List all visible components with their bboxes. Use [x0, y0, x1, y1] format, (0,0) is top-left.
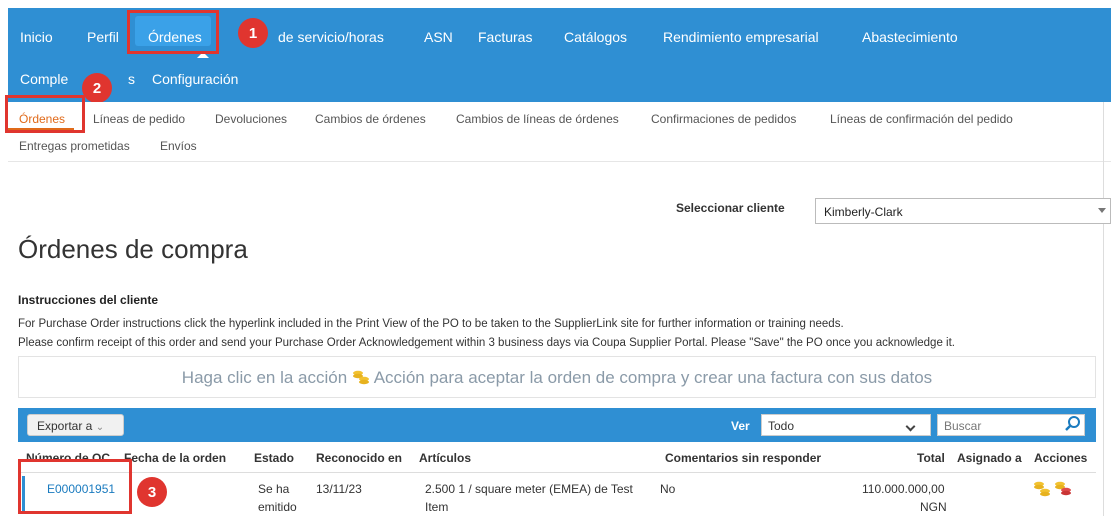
col-header-assigned[interactable]: Asignado a [957, 451, 1022, 465]
comments-value: No [660, 482, 676, 496]
chevron-down-icon [1098, 208, 1106, 213]
accept-coins-icon[interactable] [1033, 480, 1051, 503]
nav-item-rendimiento[interactable]: Rendimiento empresarial [663, 28, 819, 46]
nav-item-facturas[interactable]: Facturas [478, 28, 532, 46]
chevron-down-icon: ⌄ [95, 422, 105, 433]
items-line-2: Item [425, 500, 449, 514]
content-edge [1103, 102, 1104, 516]
sub-navigation [8, 102, 1111, 162]
items-line-1: 2.500 1 / square meter (EMEA) de Test [425, 482, 633, 496]
callout-1: 1 [238, 18, 268, 48]
coins-icon [352, 369, 370, 390]
subnav-cambios-lineas[interactable]: Cambios de líneas de órdenes [456, 112, 619, 126]
instructions-line-1: For Purchase Order instructions click th… [18, 318, 844, 330]
table-header-divider [18, 472, 1096, 473]
banner-text-after: Acción para aceptar la orden de compra y… [373, 368, 933, 387]
client-select[interactable]: Kimberly-Clark [815, 198, 1111, 224]
subnav-confirmaciones[interactable]: Confirmaciones de pedidos [651, 112, 796, 126]
instructions-line-2: Please confirm receipt of this order and… [18, 337, 955, 349]
table-toolbar [18, 408, 1096, 442]
export-button[interactable]: Exportar a ⌄ [27, 414, 124, 436]
highlight-box-subnav-ordenes [5, 95, 85, 133]
subnav-devoluciones[interactable]: Devoluciones [215, 112, 287, 126]
nav-item-servicio-horas[interactable]: de servicio/horas [278, 28, 384, 46]
status-line-2: emitido [258, 500, 297, 514]
nav-item-inicio[interactable]: Inicio [20, 28, 53, 46]
subnav-envios[interactable]: Envíos [160, 139, 197, 153]
instructions-heading: Instrucciones del cliente [18, 293, 159, 307]
view-label: Ver [731, 419, 750, 433]
callout-3: 3 [137, 477, 167, 507]
export-button-label: Exportar a [37, 419, 93, 433]
col-header-comments[interactable]: Comentarios sin responder [665, 451, 821, 465]
subnav-lineas-pedido[interactable]: Líneas de pedido [93, 112, 185, 126]
col-header-acknowledged[interactable]: Reconocido en [316, 451, 402, 465]
col-header-items[interactable]: Artículos [419, 451, 471, 465]
highlight-box-ordenes [127, 10, 219, 54]
nav-item-complementos[interactable]: Comple [20, 70, 68, 88]
nav-item-complementos-tail: s [128, 71, 135, 87]
total-line-1: 110.000.000,00 [862, 482, 945, 496]
invoice-coins-icon[interactable] [1054, 480, 1072, 503]
highlight-box-po-number [18, 459, 132, 514]
nav-item-catalogos[interactable]: Catálogos [564, 28, 627, 46]
page-title: Órdenes de compra [18, 234, 248, 264]
acknowledged-date: 13/11/23 [316, 482, 362, 496]
col-header-actions: Acciones [1034, 451, 1088, 465]
status-line-1: Se ha [258, 482, 290, 496]
nav-item-asn[interactable]: ASN [424, 28, 453, 46]
subnav-entregas-prometidas[interactable]: Entregas prometidas [19, 139, 130, 153]
banner-text-before: Haga clic en la acción [181, 368, 348, 387]
search-icon[interactable] [1064, 415, 1082, 433]
subnav-lineas-confirmacion[interactable]: Líneas de confirmación del pedido [830, 112, 1013, 126]
nav-item-abastecimiento[interactable]: Abastecimiento [862, 28, 958, 46]
nav-item-configuracion[interactable]: Configuración [152, 70, 238, 88]
subnav-cambios-ordenes[interactable]: Cambios de órdenes [315, 112, 426, 126]
action-banner: Haga clic en la acción Acción para acept… [18, 356, 1096, 398]
callout-2: 2 [82, 73, 112, 103]
total-line-2: NGN [920, 500, 947, 514]
nav-item-perfil[interactable]: Perfil [87, 28, 119, 46]
client-select-label: Seleccionar cliente [676, 201, 785, 215]
col-header-total[interactable]: Total [917, 451, 945, 465]
search-input[interactable]: Buscar [937, 414, 1085, 436]
col-header-status[interactable]: Estado [254, 451, 294, 465]
col-header-order-date[interactable]: Fecha de la orden [124, 451, 226, 465]
